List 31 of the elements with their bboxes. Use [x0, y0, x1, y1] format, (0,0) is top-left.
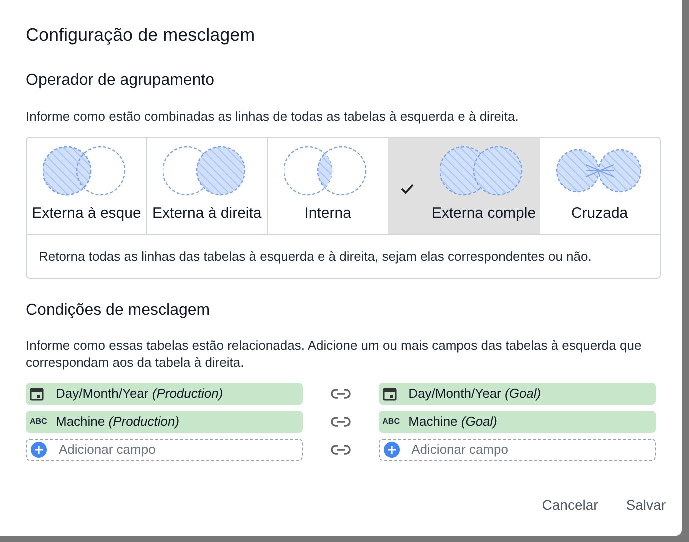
section-heading: Operador de agrupamento	[26, 71, 216, 91]
field-chip[interactable]: ABC Machine (Goal)	[378, 411, 656, 433]
dialog-title: Configuração de mesclagem	[26, 24, 256, 47]
field-label: Machine (Goal)	[408, 413, 498, 432]
section-description: Informe como essas tabelas estão relacionadas. Adicione um ou mais campos das tabelas à esquerda que correspondam aos da tabela à direita.	[26, 337, 643, 371]
link-icon	[331, 417, 351, 427]
add-field-button[interactable]: Adicionar campo	[378, 439, 656, 461]
dialog-button[interactable]: Salvar	[626, 495, 666, 516]
field-label: Day/Month/Year (Goal)	[408, 385, 542, 404]
field-chip[interactable]: Day/Month/Year (Production)	[26, 383, 304, 405]
join-option[interactable]: Interna	[268, 138, 388, 234]
field-chip[interactable]: Day/Month/Year (Goal)	[378, 383, 656, 405]
section-heading: Condições de mesclagem	[26, 301, 212, 321]
join-option[interactable]: Externa à esque	[27, 138, 148, 234]
dialog-button[interactable]: Cancelar	[542, 495, 598, 516]
join-option[interactable]: Externa comple	[388, 138, 540, 234]
add-field-button[interactable]: Adicionar campo	[26, 439, 304, 461]
field-label: Day/Month/Year (Production)	[56, 385, 224, 404]
calendar-icon	[30, 387, 44, 401]
field-chip[interactable]: ABC Machine (Production)	[26, 411, 304, 433]
field-label: Machine (Production)	[56, 413, 180, 432]
calendar-icon	[382, 387, 397, 401]
join-option[interactable]: Cruzada	[540, 138, 660, 234]
link-icon	[331, 389, 351, 399]
join-description: Retorna todas as linhas das tabelas à esquerda e à direita, sejam elas correspondentes ou não.	[38, 248, 593, 266]
add-icon	[384, 442, 400, 458]
section-description: Informe como estão combinadas as linhas de todas as tabelas à esquerda e à direita.	[26, 108, 520, 126]
add-icon	[31, 442, 47, 458]
link-icon	[331, 445, 351, 455]
join-option[interactable]: Externa à direita	[147, 138, 268, 234]
checkmark-icon	[401, 184, 414, 194]
